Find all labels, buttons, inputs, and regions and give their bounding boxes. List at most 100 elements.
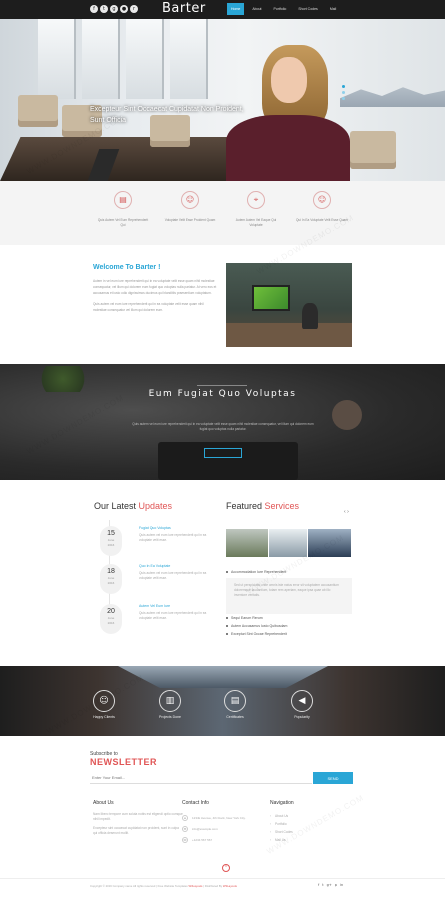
date-month: June [107, 616, 115, 620]
footer-nav-link[interactable]: About Us [270, 812, 360, 820]
service-list-item[interactable]: Sequi Earum Rerum [226, 614, 352, 622]
service-list-item[interactable]: Excepturi Sint Occae Reprehenderit [226, 630, 352, 638]
copyright-link[interactable]: W3Layouts [188, 884, 202, 888]
stat-item: ☺ Happy Clients [69, 690, 139, 719]
services-list: Sequi Earum Rerum Autem Accusamus Iusto … [226, 614, 352, 638]
twitter-icon[interactable]: t [322, 883, 323, 887]
welcome-paragraph: Autem in vel eum iure reprehenderit qui … [93, 279, 217, 295]
googleplus-icon[interactable]: g+ [327, 883, 332, 887]
service-image[interactable] [226, 529, 268, 557]
services-list: Accommodation Iure Reprehenderit [226, 568, 352, 576]
contact-row: ⌂ 1234k Avenue, 4th block, New York City… [182, 812, 272, 823]
features-row: ▤ Quis Autem Vel Eum Reprehenderit Qui ☺… [0, 181, 445, 245]
nav-item-mail[interactable]: Mail [326, 3, 340, 15]
facebook-icon[interactable]: f [90, 5, 98, 13]
slider-dot[interactable] [342, 97, 345, 100]
date-month: June [107, 576, 115, 580]
feature-item: ☺ Qui In Ea Voluptate Velit Esse Quam [295, 191, 349, 223]
dribbble-icon[interactable]: ● [120, 5, 128, 13]
office-person [302, 303, 318, 329]
update-text: Quis autem vel eum iure reprehenderit qu… [139, 611, 207, 620]
office-desk [226, 323, 352, 347]
service-list-item[interactable]: Autem Accusamus Iusto Quibusdam [226, 622, 352, 630]
chart-icon: ▥ [159, 690, 181, 712]
updates-title-accent: Updates [138, 501, 173, 511]
service-image[interactable] [269, 529, 307, 557]
newsletter-email-input[interactable] [90, 772, 312, 784]
phone-icon: ☏ [182, 836, 188, 843]
nav-item-about[interactable]: About [248, 3, 265, 15]
banner-mug [332, 400, 362, 430]
updates-title: Our Latest Updates [94, 501, 172, 511]
footer-about: About Us Nam libero tempore cum soluta n… [93, 800, 183, 836]
nav-item-short-codes[interactable]: Short Codes [294, 3, 321, 15]
copyright-link[interactable]: W3Layouts [223, 884, 237, 888]
services-title-plain: Featured [226, 501, 265, 511]
hero-window [126, 19, 164, 99]
services-title-accent: Services [264, 501, 300, 511]
date-day: 15 [107, 530, 115, 537]
location-icon: ⌖ [247, 191, 265, 209]
feature-item: ▤ Quis Autem Vel Eum Reprehenderit Qui [96, 191, 150, 228]
footer-navigation: Navigation About Us Portfolio Short Code… [270, 800, 360, 844]
facebook-icon[interactable]: f [318, 883, 319, 887]
newsletter-send-button[interactable]: SEND [313, 772, 353, 784]
hero-person-face [271, 57, 307, 103]
document-icon: ▤ [114, 191, 132, 209]
googleplus-icon[interactable]: g [110, 5, 118, 13]
welcome-title: Welcome To Barter ! [93, 264, 161, 271]
footer-nav-link[interactable]: Portfolio [270, 820, 360, 828]
chevron-right-icon[interactable]: › [347, 509, 349, 515]
user-icon: ☺ [93, 690, 115, 712]
pinterest-icon[interactable]: p [335, 883, 337, 887]
slider-dot[interactable] [342, 91, 345, 94]
update-title[interactable]: Quo In Ea Voluptate [139, 564, 170, 568]
twitter-icon[interactable]: t [100, 5, 108, 13]
service-list-item[interactable]: Accommodation Iure Reprehenderit [226, 568, 352, 576]
stat-item: ◀ Popularity [267, 690, 337, 719]
footer-divider [0, 878, 445, 879]
chevron-left-icon[interactable]: ‹ [344, 509, 346, 515]
hero-caption: Excepteur Sint Occaecat Cupidatat Non Pr… [90, 106, 244, 124]
updates-title-plain: Our Latest [94, 501, 139, 511]
hero-chair [18, 95, 58, 127]
office-screen [252, 285, 290, 311]
scroll-to-top-icon[interactable]: ⌃ [222, 864, 230, 872]
footer-social-icons: f t g+ p in [318, 883, 343, 887]
banner-title: Eum Fugiat Quo Voluptas [148, 389, 297, 399]
hero-window [82, 19, 120, 99]
footer-nav-link[interactable]: Short Codes [270, 828, 360, 836]
nav-item-portfolio[interactable]: Portfolio [270, 3, 291, 15]
slider-dot[interactable] [342, 85, 345, 88]
office-image [226, 263, 352, 347]
contact-email[interactable]: info@example.com [192, 827, 218, 831]
stat-label: Popularity [294, 715, 310, 719]
date-year: 2016 [107, 581, 115, 585]
update-item: 15 June 2016 Fugiat Quo Voluptas Quis au… [96, 526, 216, 556]
update-item: 20 June 2016 Autem Vel Eum Iure Quis aut… [96, 604, 216, 634]
linkedin-icon[interactable]: in [340, 883, 343, 887]
date-day: 18 [107, 568, 115, 575]
user-icon: ☺ [313, 191, 331, 209]
copyright: Copyright © 2016 Company name All rights… [90, 884, 237, 888]
hero-mountains [340, 87, 445, 107]
copyright-text: Copyright © 2016 Company name All rights… [90, 884, 189, 888]
footer-contact-title: Contact Info [182, 800, 209, 806]
footer-about-text: Excepteur sint occaecat cupidatat non pr… [93, 826, 179, 835]
site-logo[interactable]: Barter [162, 1, 206, 16]
stat-label: Projects Done [159, 715, 181, 719]
update-item: 18 June 2016 Quo In Ea Voluptate Quis au… [96, 564, 216, 594]
update-title[interactable]: Autem Vel Eum Iure [139, 604, 170, 608]
top-navbar: f t g ● r Barter Home About Portfolio Sh… [0, 0, 445, 19]
update-text: Quis autem vel eum iure reprehenderit qu… [139, 571, 207, 580]
banner-button[interactable] [204, 448, 242, 458]
update-title[interactable]: Fugiat Quo Voluptas [139, 526, 171, 530]
footer-about-title: About Us [93, 800, 114, 806]
feature-text: Autem Autem Vel Eaque Qui Voluptate [235, 218, 277, 227]
rss-icon[interactable]: r [130, 5, 138, 13]
feature-item: ⌖ Autem Autem Vel Eaque Qui Voluptate [229, 191, 283, 228]
footer-nav-link[interactable]: Mail Us [270, 836, 360, 844]
service-image[interactable] [308, 529, 351, 557]
nav-item-home[interactable]: Home [227, 3, 245, 15]
date-year: 2016 [107, 621, 115, 625]
